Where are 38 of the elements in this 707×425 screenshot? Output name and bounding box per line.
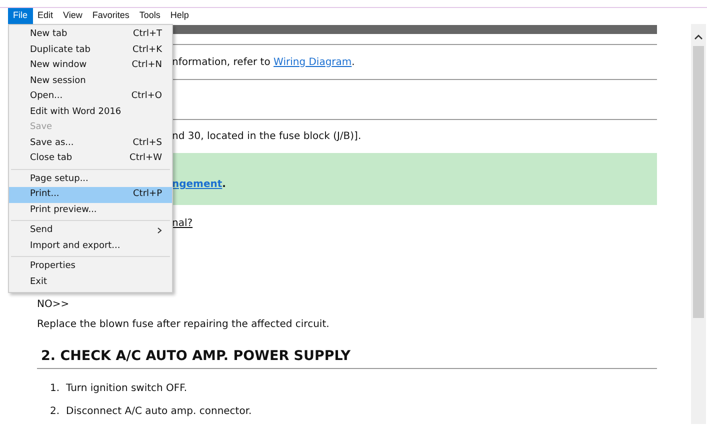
step-number: 2. [50,405,61,420]
menu-bar-item[interactable]: Help [165,8,194,24]
menu-item[interactable]: Import and export... [9,238,172,254]
menu-item[interactable]: Print... Ctrl+P [9,187,172,202]
step-text: Disconnect A/C auto amp. connector. [66,405,252,420]
scrollbar-thumb[interactable] [693,46,704,318]
menu-item[interactable]: Properties [9,259,172,274]
wiring-diagram-link[interactable]: Wiring Diagram [274,56,352,68]
menu-item[interactable]: New window Ctrl+N [9,58,172,74]
menu-item[interactable]: Duplicate tab Ctrl+K [9,42,172,58]
scrollbar[interactable] [691,24,706,424]
body-text: Replace the blown fuse after repairing the affected circuit. [37,318,330,332]
menu-item[interactable]: New session [9,74,172,89]
body-text: nformation, refer to Wiring Diagram. [172,56,355,70]
menu-bar-item[interactable]: Tools [134,8,166,24]
menu-item[interactable]: Save as... Ctrl+S [9,136,172,151]
menu-item[interactable]: Exit [9,274,172,290]
menu-bar-item[interactable]: Edit [32,8,58,24]
note-link[interactable]: ngement [172,179,222,190]
menu-item[interactable]: Close tab Ctrl+W [9,151,172,166]
step-number: 1. [50,382,61,396]
question-text: nal? [172,216,193,230]
note-text: ngement. [172,178,227,192]
step-text: Turn ignition switch OFF. [66,382,188,396]
menu-item[interactable]: Edit with Word 2016 [9,104,172,120]
menu-item[interactable]: Open... Ctrl+O [9,89,172,104]
menu-item[interactable]: New tab Ctrl+T [9,27,172,42]
menu-bar-item[interactable]: Favorites [87,8,134,24]
no-label: NO>> [37,298,70,312]
scroll-up-icon[interactable] [694,34,703,40]
menu-item[interactable]: Send [9,223,172,238]
menu-bar-item[interactable]: View [58,8,88,24]
body-text: nd 30, located in the fuse block (J/B)]. [172,130,362,144]
menu-bar-item[interactable]: File [8,8,33,24]
chevron-right-icon [157,227,162,234]
menu-item[interactable]: Print preview... [9,202,172,218]
menu-item[interactable]: Page setup... [9,172,172,187]
section-heading: 2. CHECK A/C AUTO AMP. POWER SUPPLY [37,346,657,370]
